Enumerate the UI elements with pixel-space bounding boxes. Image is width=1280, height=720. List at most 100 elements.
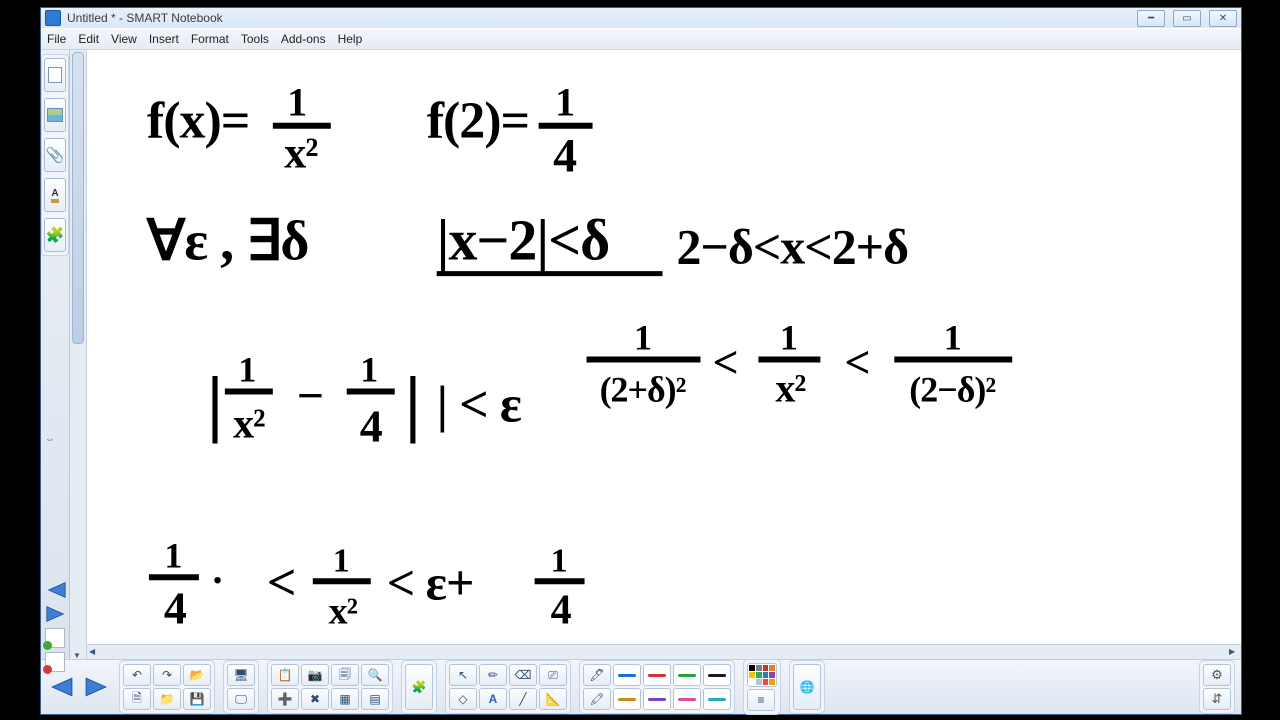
line-tool[interactable]: ╱ — [509, 688, 537, 710]
svg-text:1: 1 — [634, 318, 651, 358]
export-button[interactable]: 🗐 — [331, 664, 359, 686]
web-group: 🌐 — [789, 660, 825, 714]
svg-text:f(x)=: f(x)= — [147, 93, 249, 150]
delete-button[interactable]: ✖ — [301, 688, 329, 710]
color-palette-button[interactable] — [747, 663, 777, 687]
pen-color-4[interactable] — [703, 664, 731, 686]
document-camera-button[interactable]: 🖵 — [227, 688, 255, 710]
menu-file[interactable]: File — [47, 32, 66, 46]
paste-button[interactable]: 📋 — [271, 664, 299, 686]
hscroll[interactable]: ◀ ▶ — [87, 644, 1241, 659]
menu-help[interactable]: Help — [338, 32, 363, 46]
pen-color-2[interactable] — [643, 664, 671, 686]
pen-tool[interactable]: 🖊 — [583, 664, 611, 686]
page-nav-panel — [45, 580, 67, 672]
highlighter-tool[interactable]: 🖍 — [583, 688, 611, 710]
move-toolbar-button[interactable]: ⇵ — [1203, 688, 1231, 710]
svg-text:1: 1 — [238, 349, 255, 389]
pen-color-7[interactable] — [673, 688, 701, 710]
vscroll-thumb[interactable] — [72, 52, 84, 344]
menu-insert[interactable]: Insert — [149, 32, 179, 46]
svg-text:4: 4 — [164, 582, 187, 633]
attachments-button[interactable]: 📎 — [44, 138, 66, 172]
svg-text:4: 4 — [551, 587, 572, 633]
addons-button[interactable]: 🧩 — [44, 218, 66, 252]
workspace: 📎 A 🧩 ⇔ ▲ ▼ — [41, 50, 1241, 659]
menu-tools[interactable]: Tools — [241, 32, 269, 46]
vscroll[interactable]: ▲ ▼ — [70, 50, 87, 659]
internet-button[interactable]: 🌐 — [793, 664, 821, 710]
menu-format[interactable]: Format — [191, 32, 229, 46]
pen-color-3[interactable] — [673, 664, 701, 686]
addon-button[interactable]: 🧩 — [405, 664, 433, 710]
menu-edit[interactable]: Edit — [78, 32, 99, 46]
grid-button[interactable]: ▤ — [361, 688, 389, 710]
vscroll-down-icon[interactable]: ▼ — [73, 651, 81, 659]
fill-tool[interactable]: ⎚ — [539, 664, 567, 686]
panel-toggle[interactable]: ⇔ — [45, 434, 59, 448]
menu-addons[interactable]: Add-ons — [281, 32, 326, 46]
addon-group: 🧩 — [401, 660, 437, 714]
toolbar-next-button[interactable] — [83, 665, 111, 709]
ruler-tool[interactable]: 📐 — [539, 688, 567, 710]
svg-text:|x−2|<δ: |x−2|<δ — [437, 208, 610, 273]
svg-text:1: 1 — [555, 80, 574, 125]
svg-text:| < ε: | < ε — [437, 376, 522, 433]
undo-button[interactable]: ↶ — [123, 664, 151, 686]
pen-color-5[interactable] — [613, 688, 641, 710]
line-style-button[interactable]: ≡ — [747, 689, 775, 711]
save-button[interactable]: 💾 — [183, 688, 211, 710]
svg-text:|: | — [405, 361, 420, 443]
canvas[interactable]: f(x)= 1 x² f(2)= 1 4 ∀ε , ∃δ |x−2|<δ 2−δ… — [87, 50, 1241, 659]
new-button[interactable]: 🗎 — [123, 688, 151, 710]
delete-page-button[interactable] — [45, 652, 65, 672]
open-button[interactable]: 📂 — [183, 664, 211, 686]
svg-text:1: 1 — [333, 542, 349, 579]
customize-toolbar-button[interactable]: ⚙ — [1203, 664, 1231, 686]
add-page-button[interactable] — [45, 628, 65, 648]
svg-text:4: 4 — [553, 130, 577, 183]
next-page-button[interactable] — [45, 604, 67, 624]
svg-text:1: 1 — [164, 535, 181, 575]
file-group: ↶ ↷ 📂 🗎 📁 💾 — [119, 660, 215, 714]
camera-button[interactable]: 📷 — [301, 664, 329, 686]
screen-capture-button[interactable]: 🖥 — [227, 664, 255, 686]
svg-text:<: < — [267, 554, 296, 611]
text-tool[interactable]: A — [479, 688, 507, 710]
svg-text:1: 1 — [287, 80, 306, 125]
add-page-btn2[interactable]: ➕ — [271, 688, 299, 710]
search-button[interactable]: 🔍 — [361, 664, 389, 686]
pen-color-1[interactable] — [613, 664, 641, 686]
tools-group: ↖ ✏ ⌫ ⎚ ◇ A ╱ 📐 — [445, 660, 571, 714]
left-toolbar-group: 📎 A 🧩 — [41, 54, 69, 256]
app-icon — [45, 10, 61, 26]
magic-pen-tool[interactable]: ✏ — [479, 664, 507, 686]
maximize-button[interactable]: ▭ — [1173, 10, 1201, 27]
page-sorter-button[interactable] — [44, 58, 66, 92]
bottom-toolbar: ↶ ↷ 📂 🗎 📁 💾 🖥 🖵 📋 📷 🗐 🔍 — [41, 659, 1241, 714]
minimize-button[interactable]: ━ — [1137, 10, 1165, 27]
svg-text:2−δ<x<2+δ: 2−δ<x<2+δ — [676, 219, 908, 275]
left-toolbar: 📎 A 🧩 ⇔ — [41, 50, 70, 659]
pen-color-8[interactable] — [703, 688, 731, 710]
ink-layer: f(x)= 1 x² f(2)= 1 4 ∀ε , ∃δ |x−2|<δ 2−δ… — [87, 50, 1241, 659]
menu-view[interactable]: View — [111, 32, 137, 46]
svg-text:1: 1 — [944, 318, 961, 358]
redo-button[interactable]: ↷ — [153, 664, 181, 686]
prev-page-button[interactable] — [45, 580, 67, 600]
hscroll-left-icon[interactable]: ◀ — [89, 647, 99, 657]
format-group: ≡ — [743, 659, 781, 715]
svg-text:−: − — [297, 369, 323, 422]
properties-button[interactable]: A — [44, 178, 66, 212]
table-button[interactable]: ▦ — [331, 688, 359, 710]
hscroll-right-icon[interactable]: ▶ — [1229, 647, 1239, 657]
svg-text:1: 1 — [551, 542, 567, 579]
eraser-tool[interactable]: ⌫ — [509, 664, 537, 686]
select-tool[interactable]: ↖ — [449, 664, 477, 686]
close-button[interactable]: ✕ — [1209, 10, 1237, 27]
open-file-button[interactable]: 📁 — [153, 688, 181, 710]
pen-color-6[interactable] — [643, 688, 671, 710]
shapes-tool[interactable]: ◇ — [449, 688, 477, 710]
svg-text:(2+δ)²: (2+δ)² — [600, 369, 686, 409]
gallery-button[interactable] — [44, 98, 66, 132]
